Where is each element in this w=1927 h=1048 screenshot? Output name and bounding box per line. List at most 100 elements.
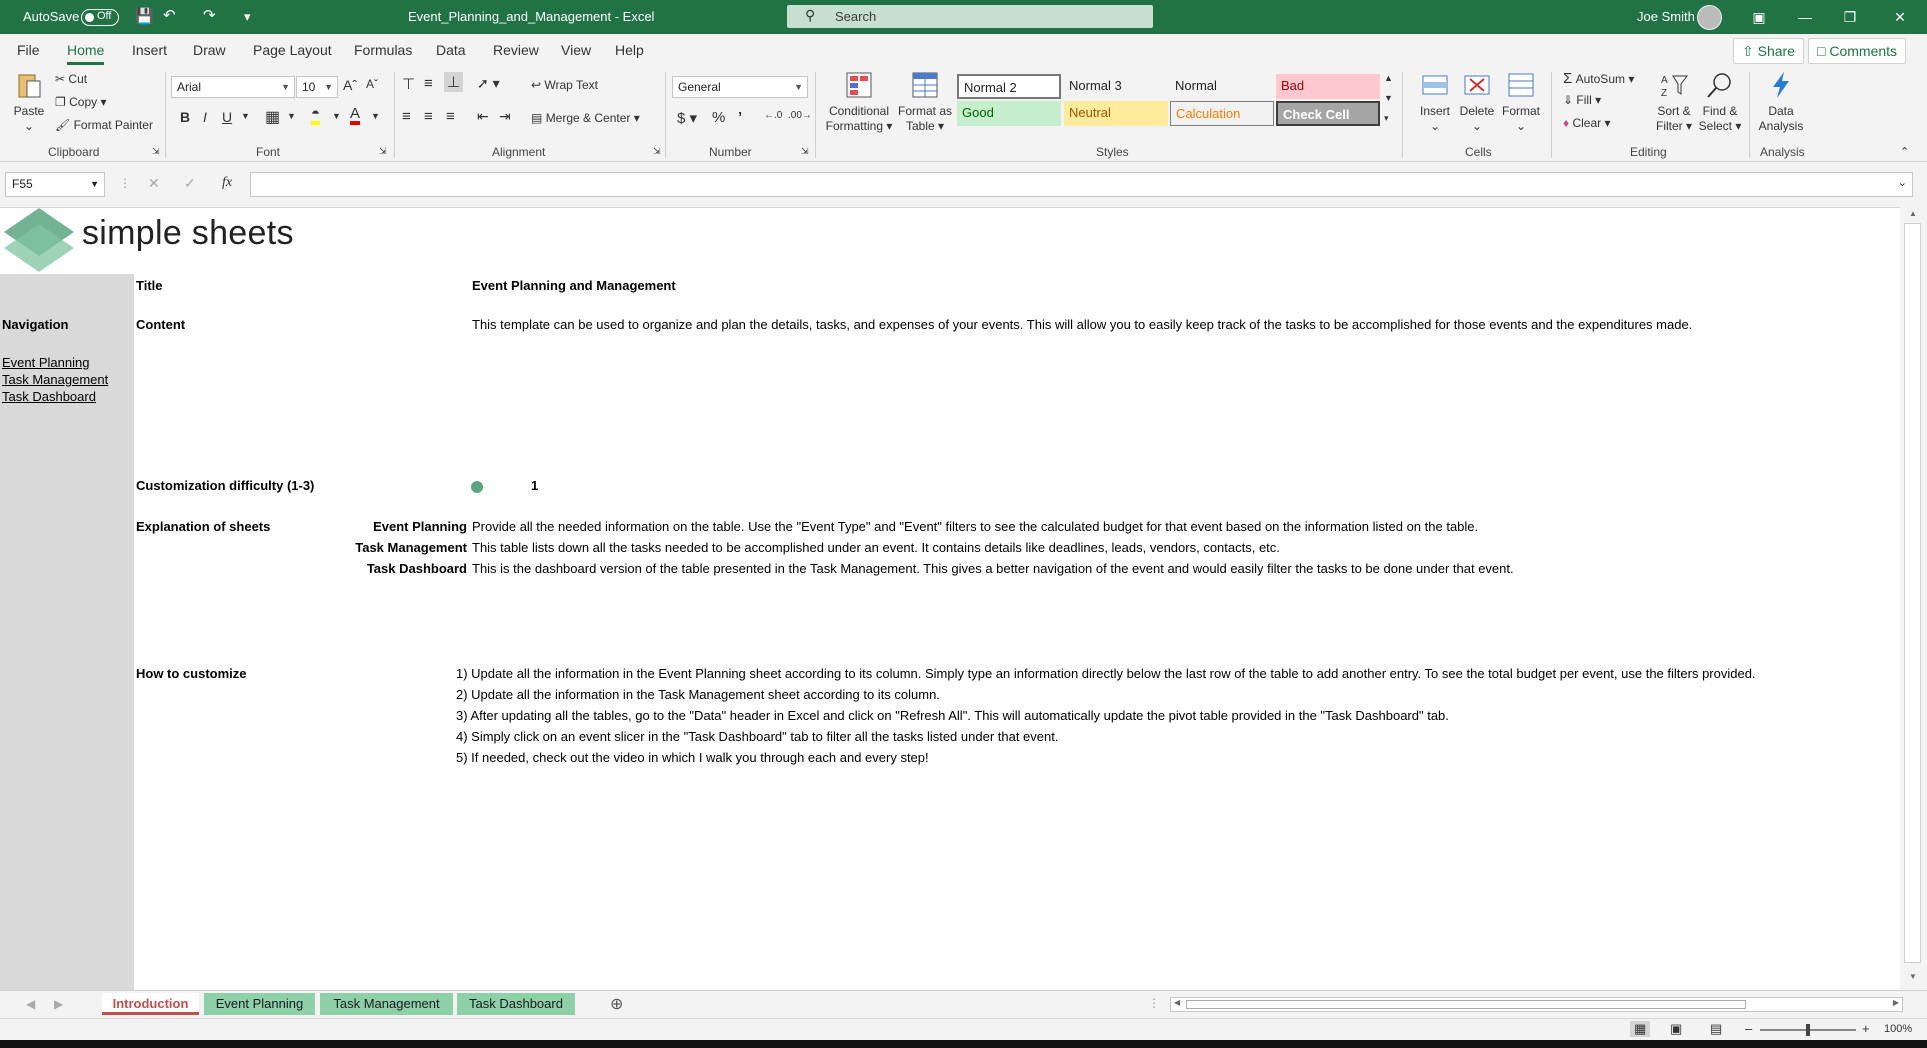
align-left-icon[interactable]: ≡: [402, 108, 411, 125]
zoom-slider[interactable]: [1760, 1024, 1856, 1036]
user-name[interactable]: Joe Smith: [1637, 9, 1695, 24]
increase-decimal-icon[interactable]: ←.0: [764, 110, 782, 121]
copy-button[interactable]: ❐ Copy ▾: [55, 95, 106, 109]
tab-file[interactable]: File: [17, 42, 40, 58]
merge-center-button[interactable]: ▤ Merge & Center ▾: [531, 111, 640, 125]
worksheet[interactable]: simple sheets Navigation Event Planning …: [0, 207, 1900, 991]
chevron-down-icon[interactable]: ▼: [371, 111, 380, 121]
avatar[interactable]: [1697, 5, 1722, 30]
dialog-launcher-icon[interactable]: ⇲: [379, 146, 387, 157]
decrease-indent-icon[interactable]: ⇤: [477, 108, 489, 125]
page-layout-view-icon[interactable]: ▣: [1670, 1021, 1682, 1037]
find-select-button[interactable]: Find & Select ▾: [1698, 70, 1742, 134]
sheet-tab-introduction[interactable]: Introduction: [102, 993, 199, 1015]
zoom-slider-thumb[interactable]: [1806, 1024, 1810, 1036]
wrap-text-button[interactable]: ↩ Wrap Text: [531, 78, 598, 92]
enter-icon[interactable]: ✓: [184, 175, 196, 192]
comma-style-icon[interactable]: ’: [738, 109, 742, 126]
style-neutral[interactable]: Neutral: [1064, 101, 1168, 126]
zoom-out-icon[interactable]: –: [1745, 1021, 1752, 1036]
decrease-font-icon[interactable]: Aˇ: [366, 77, 378, 91]
close-icon[interactable]: ✕: [1880, 4, 1920, 30]
data-analysis-button[interactable]: Data Analysis: [1757, 70, 1805, 134]
scrollbar-track[interactable]: [1904, 223, 1921, 963]
tab-page-layout[interactable]: Page Layout: [253, 42, 332, 58]
align-right-icon[interactable]: ≡: [446, 108, 455, 125]
format-painter-button[interactable]: 🖌 Format Painter: [55, 118, 153, 132]
scroll-right-icon[interactable]: ▶: [1893, 998, 1899, 1007]
chevron-down-icon[interactable]: ▼: [241, 111, 250, 121]
expand-formula-bar-icon[interactable]: ⌄: [1898, 176, 1907, 189]
borders-icon[interactable]: ▦: [265, 107, 280, 127]
decrease-decimal-icon[interactable]: .00→: [788, 110, 812, 121]
increase-indent-icon[interactable]: ⇥: [499, 108, 511, 125]
restore-icon[interactable]: ❐: [1830, 4, 1870, 30]
collapse-ribbon-icon[interactable]: ⌃: [1900, 145, 1909, 158]
conditional-formatting-button[interactable]: Conditional Formatting ▾: [822, 70, 896, 134]
name-box[interactable]: F55 ▼: [5, 172, 105, 197]
search-box[interactable]: ⚲ Search: [787, 5, 1153, 28]
scroll-up-icon[interactable]: ▲: [1909, 209, 1917, 218]
horizontal-scrollbar[interactable]: ◀ ▶: [1170, 997, 1903, 1012]
autosave-toggle[interactable]: Off: [81, 9, 119, 26]
nav-link-task-management[interactable]: Task Management: [2, 372, 108, 387]
tab-insert[interactable]: Insert: [132, 42, 167, 58]
scroll-up-icon[interactable]: ▲: [1384, 73, 1393, 83]
align-bottom-icon[interactable]: ⊥: [444, 72, 464, 92]
normal-view-icon[interactable]: ▦: [1630, 1021, 1651, 1037]
tab-view[interactable]: View: [561, 42, 591, 58]
fill-color-icon[interactable]: ◓: [311, 106, 321, 125]
tab-review[interactable]: Review: [493, 42, 539, 58]
add-sheet-icon[interactable]: ⊕: [610, 994, 623, 1014]
align-top-icon[interactable]: ⊤: [402, 75, 415, 93]
style-normal[interactable]: Normal: [1170, 74, 1274, 99]
currency-icon[interactable]: $ ▾: [677, 109, 697, 127]
bold-button[interactable]: B: [180, 109, 190, 125]
sort-filter-button[interactable]: AZ Sort & Filter ▾: [1652, 70, 1696, 134]
prev-sheet-icon[interactable]: ◀: [26, 997, 35, 1011]
vertical-scrollbar[interactable]: ▲ ▼: [1900, 207, 1927, 990]
insert-function-icon[interactable]: fx: [222, 175, 232, 191]
scroll-down-icon[interactable]: ▼: [1384, 93, 1393, 103]
tab-help[interactable]: Help: [615, 42, 644, 58]
cut-button[interactable]: ✂ Cut: [55, 72, 87, 86]
delete-cells-button[interactable]: Delete ⌄: [1457, 70, 1497, 134]
format-as-table-button[interactable]: Format as Table ▾: [898, 70, 952, 134]
sheet-tab-event-planning[interactable]: Event Planning: [204, 993, 315, 1015]
sheet-tab-task-management[interactable]: Task Management: [320, 993, 453, 1015]
next-sheet-icon[interactable]: ▶: [54, 997, 63, 1011]
dialog-launcher-icon[interactable]: ⇲: [801, 146, 809, 157]
customize-qat-icon[interactable]: ▾: [244, 9, 251, 25]
font-color-icon[interactable]: A: [350, 106, 361, 125]
tab-data[interactable]: Data: [436, 42, 466, 58]
tab-draw[interactable]: Draw: [193, 42, 226, 58]
fill-button[interactable]: ⇓ Fill ▾: [1563, 93, 1601, 107]
underline-button[interactable]: U: [222, 109, 232, 125]
style-calculation[interactable]: Calculation: [1170, 101, 1274, 126]
clear-button[interactable]: ♦ Clear ▾: [1563, 116, 1611, 130]
scrollbar-thumb[interactable]: [1186, 1000, 1746, 1009]
scroll-down-icon[interactable]: ▼: [1909, 972, 1917, 981]
chevron-down-icon[interactable]: ▼: [332, 111, 341, 121]
increase-font-icon[interactable]: Aˆ: [343, 77, 357, 93]
minimize-icon[interactable]: —: [1785, 4, 1825, 30]
tab-home[interactable]: Home: [67, 42, 105, 65]
style-check-cell[interactable]: Check Cell: [1276, 101, 1380, 126]
zoom-level[interactable]: 100%: [1884, 1023, 1912, 1035]
paste-button[interactable]: Paste ⌄: [8, 70, 50, 134]
style-good[interactable]: Good: [957, 101, 1061, 126]
chevron-down-icon[interactable]: ▼: [287, 111, 296, 121]
scroll-left-icon[interactable]: ◀: [1174, 998, 1180, 1007]
italic-button[interactable]: I: [203, 109, 207, 125]
font-size-select[interactable]: 10 ▼: [296, 76, 338, 98]
insert-cells-button[interactable]: Insert ⌄: [1415, 70, 1455, 134]
ribbon-display-icon[interactable]: ▣: [1739, 4, 1779, 30]
autosum-button[interactable]: Σ AutoSum ▾: [1563, 70, 1634, 87]
number-format-select[interactable]: General ▼: [672, 76, 808, 98]
more-styles-icon[interactable]: ▾: [1384, 113, 1389, 124]
save-icon[interactable]: 💾: [135, 7, 154, 25]
orientation-icon[interactable]: ➚ ▾: [477, 75, 500, 92]
align-center-icon[interactable]: ≡: [424, 108, 433, 125]
format-cells-button[interactable]: Format ⌄: [1500, 70, 1542, 134]
cancel-icon[interactable]: ✕: [148, 175, 160, 192]
